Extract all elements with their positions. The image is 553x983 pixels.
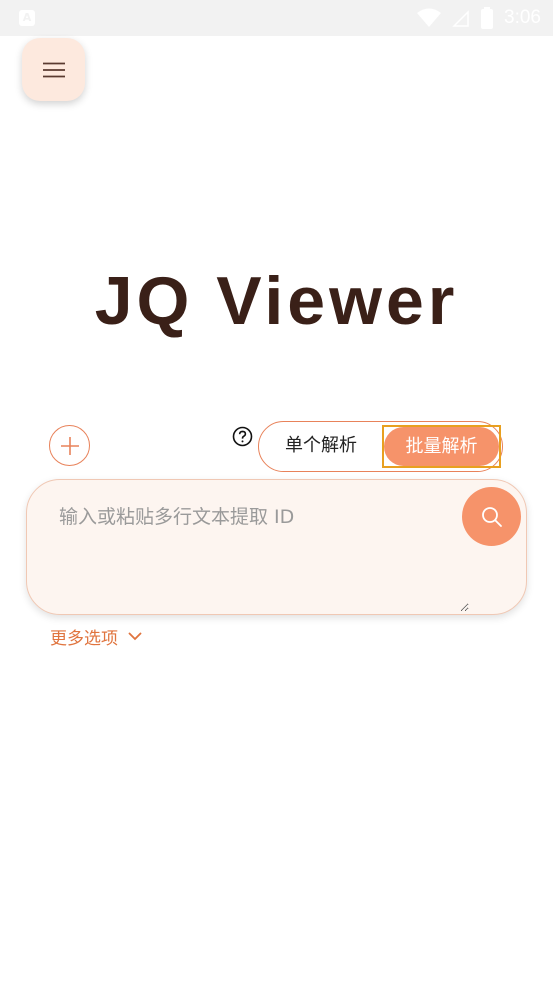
- more-options-label: 更多选项: [50, 629, 118, 649]
- plus-icon: [60, 436, 79, 455]
- status-time: 3:06: [504, 7, 541, 28]
- chevron-down-icon: [128, 632, 142, 641]
- more-options-toggle[interactable]: 更多选项: [50, 624, 142, 649]
- status-bar: A 3:06: [0, 0, 553, 36]
- tab-batch-parse[interactable]: 批量解析: [384, 427, 499, 466]
- status-icons: 3:06: [416, 7, 541, 29]
- mode-toggle: 单个解析 批量解析: [258, 421, 503, 472]
- a-notification-icon: A: [19, 10, 35, 26]
- menu-button[interactable]: [22, 38, 85, 101]
- add-button[interactable]: [49, 425, 90, 466]
- hamburger-icon: [42, 62, 65, 77]
- search-button[interactable]: [462, 487, 521, 546]
- app-title: JQ Viewer: [94, 263, 459, 339]
- input-card: [26, 479, 527, 615]
- help-icon[interactable]: [232, 426, 253, 447]
- wifi-icon: [417, 8, 442, 27]
- battery-icon: [481, 7, 494, 29]
- signal-icon: [452, 10, 469, 27]
- search-icon: [481, 506, 502, 527]
- tab-single-parse[interactable]: 单个解析: [259, 422, 383, 470]
- id-text-input[interactable]: [57, 500, 469, 612]
